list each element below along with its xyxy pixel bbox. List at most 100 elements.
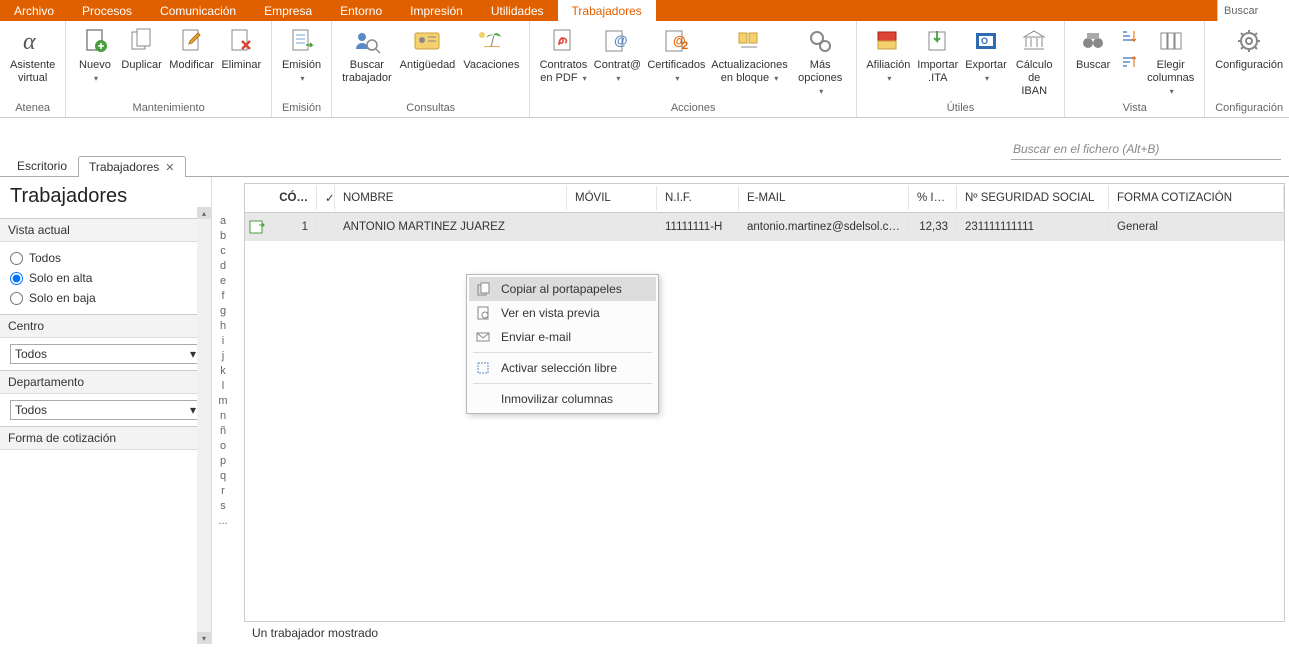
- btn-contrat-at[interactable]: @ Contrat@▾: [591, 23, 645, 87]
- panel-departamento: Departamento Todos▾: [0, 370, 211, 426]
- radio-solo-alta[interactable]: Solo en alta: [10, 268, 201, 288]
- ctx-inmovilizar-columnas[interactable]: Inmovilizar columnas: [469, 387, 656, 411]
- menu-entorno[interactable]: Entorno: [326, 0, 396, 21]
- beach-icon: [475, 25, 507, 57]
- select-departamento[interactable]: Todos▾: [10, 400, 201, 420]
- sidebar-scrollbar[interactable]: ▴ ▾: [197, 207, 211, 644]
- alpha-e[interactable]: e: [220, 275, 226, 287]
- menu-trabajadores[interactable]: Trabajadores: [558, 0, 656, 21]
- doc-del-icon: [225, 25, 257, 57]
- btn-elegir-columnas[interactable]: Elegir columnas ▾: [1143, 23, 1198, 100]
- group-label: Atenea: [6, 100, 59, 117]
- alpha-o[interactable]: o: [220, 440, 226, 452]
- col-email[interactable]: E-MAIL: [739, 186, 909, 210]
- alpha-h[interactable]: h: [220, 320, 226, 332]
- btn-contratos-pdf[interactable]: Contratos en PDF ▾: [536, 23, 590, 87]
- alpha-more[interactable]: ...: [218, 515, 227, 527]
- menu-comunicacion[interactable]: Comunicación: [146, 0, 250, 21]
- cell-check: [317, 221, 335, 233]
- menu-archivo[interactable]: Archivo: [0, 0, 68, 21]
- radio-todos[interactable]: Todos: [10, 248, 201, 268]
- btn-antiguedad[interactable]: Antigüedad: [396, 23, 460, 74]
- pdf-icon: [547, 25, 579, 57]
- col-nif[interactable]: N.I.F.: [657, 186, 739, 210]
- btn-label: Contrat@▾: [594, 59, 641, 85]
- btn-eliminar[interactable]: Eliminar: [218, 23, 265, 74]
- btn-buscar[interactable]: Buscar: [1071, 23, 1115, 74]
- alpha-r[interactable]: r: [221, 485, 225, 497]
- ctx-activar-seleccion-libre[interactable]: Activar selección libre: [469, 356, 656, 380]
- alpha-n[interactable]: n: [220, 410, 226, 422]
- group-label: Configuración: [1211, 100, 1287, 117]
- menubar-search[interactable]: Buscar: [1217, 0, 1289, 21]
- btn-modificar[interactable]: Modificar: [166, 23, 218, 74]
- tab-label: Trabajadores: [89, 160, 159, 174]
- btn-emision[interactable]: Emisión▾: [278, 23, 325, 87]
- btn-sort-asc[interactable]: [1117, 25, 1141, 49]
- btn-actualizaciones-bloque[interactable]: Actualizaciones en bloque ▾: [709, 23, 791, 87]
- menu-empresa[interactable]: Empresa: [250, 0, 326, 21]
- select-value: Todos: [15, 403, 47, 417]
- table-row[interactable]: 1 ANTONIO MARTINEZ JUAREZ 11111111-H ant…: [244, 213, 1285, 241]
- tab-trabajadores[interactable]: Trabajadores ✕: [78, 156, 185, 177]
- alpha-c[interactable]: c: [220, 245, 226, 257]
- btn-mas-opciones[interactable]: Más opciones ▾: [790, 23, 849, 100]
- col-forma[interactable]: FORMA COTIZACIÓN: [1109, 186, 1284, 210]
- menu-utilidades[interactable]: Utilidades: [477, 0, 558, 21]
- col-movil[interactable]: MÓVIL: [567, 186, 657, 210]
- btn-asistente-virtual[interactable]: α Asistente virtual: [6, 23, 59, 87]
- ctx-copiar-portapapeles[interactable]: Copiar al portapapeles: [469, 277, 656, 301]
- col-name[interactable]: NOMBRE: [335, 186, 567, 210]
- alpha-b[interactable]: b: [220, 230, 226, 242]
- alpha-p[interactable]: p: [220, 455, 226, 467]
- btn-label: Duplicar: [121, 59, 161, 72]
- btn-nuevo[interactable]: Nuevo▾: [72, 23, 117, 87]
- col-ss[interactable]: Nº SEGURIDAD SOCIAL: [957, 186, 1109, 210]
- btn-configuracion[interactable]: Configuración: [1211, 23, 1287, 74]
- blank-icon: [475, 391, 491, 407]
- alpha-nn[interactable]: ñ: [220, 425, 226, 437]
- btn-buscar-trabajador[interactable]: Buscar trabajador: [338, 23, 396, 87]
- ribbon: α Asistente virtual Atenea Nuevo▾ Duplic…: [0, 21, 1289, 118]
- btn-calculo-iban[interactable]: Cálculo de IBAN: [1010, 23, 1058, 100]
- col-ir[interactable]: % I.R…: [909, 186, 957, 210]
- btn-label: Antigüedad: [400, 59, 456, 72]
- btn-label: Eliminar: [221, 59, 261, 72]
- menu-impresion[interactable]: Impresión: [396, 0, 477, 21]
- radio-solo-baja[interactable]: Solo en baja: [10, 288, 201, 308]
- alpha-l[interactable]: l: [222, 380, 224, 392]
- alpha-k[interactable]: k: [220, 365, 226, 377]
- gear-icon: [1233, 25, 1265, 57]
- btn-importar-ita[interactable]: Importar .ITA: [914, 23, 962, 87]
- tab-escritorio[interactable]: Escritorio: [6, 155, 78, 176]
- select-centro[interactable]: Todos▾: [10, 344, 201, 364]
- col-check[interactable]: ✓: [317, 185, 335, 211]
- alpha-g[interactable]: g: [220, 305, 226, 317]
- btn-sort-desc[interactable]: [1117, 51, 1141, 75]
- alpha-i[interactable]: i: [222, 335, 224, 347]
- btn-certificados[interactable]: @2 Certificados▾: [644, 23, 708, 87]
- menu-procesos[interactable]: Procesos: [68, 0, 146, 21]
- ctx-enviar-email[interactable]: Enviar e-mail: [469, 325, 656, 349]
- svg-text:@: @: [614, 32, 628, 48]
- close-icon[interactable]: ✕: [165, 161, 174, 174]
- ctx-ver-vista-previa[interactable]: Ver en vista previa: [469, 301, 656, 325]
- col-code[interactable]: CÓ…: [271, 186, 317, 210]
- btn-duplicar[interactable]: Duplicar: [118, 23, 166, 74]
- grid-search-input[interactable]: Buscar en el fichero (Alt+B): [1011, 139, 1281, 160]
- cell-forma: General: [1109, 215, 1284, 239]
- cell-movil: [567, 221, 657, 233]
- sort-buttons: [1115, 23, 1143, 77]
- btn-afiliacion[interactable]: Afiliación▾: [863, 23, 914, 87]
- alpha-m[interactable]: m: [218, 395, 227, 407]
- btn-exportar[interactable]: O Exportar▾: [962, 23, 1011, 87]
- alpha-f[interactable]: f: [221, 290, 224, 302]
- alpha-q[interactable]: q: [220, 470, 226, 482]
- alpha-s[interactable]: s: [220, 500, 226, 512]
- alpha-j[interactable]: j: [222, 350, 224, 362]
- btn-vacaciones[interactable]: Vacaciones: [459, 23, 523, 74]
- alpha-a[interactable]: a: [220, 215, 226, 227]
- ribbon-group-consultas: Buscar trabajador Antigüedad Vacaciones …: [332, 21, 530, 117]
- alpha-d[interactable]: d: [220, 260, 226, 272]
- cert-icon: @2: [660, 25, 692, 57]
